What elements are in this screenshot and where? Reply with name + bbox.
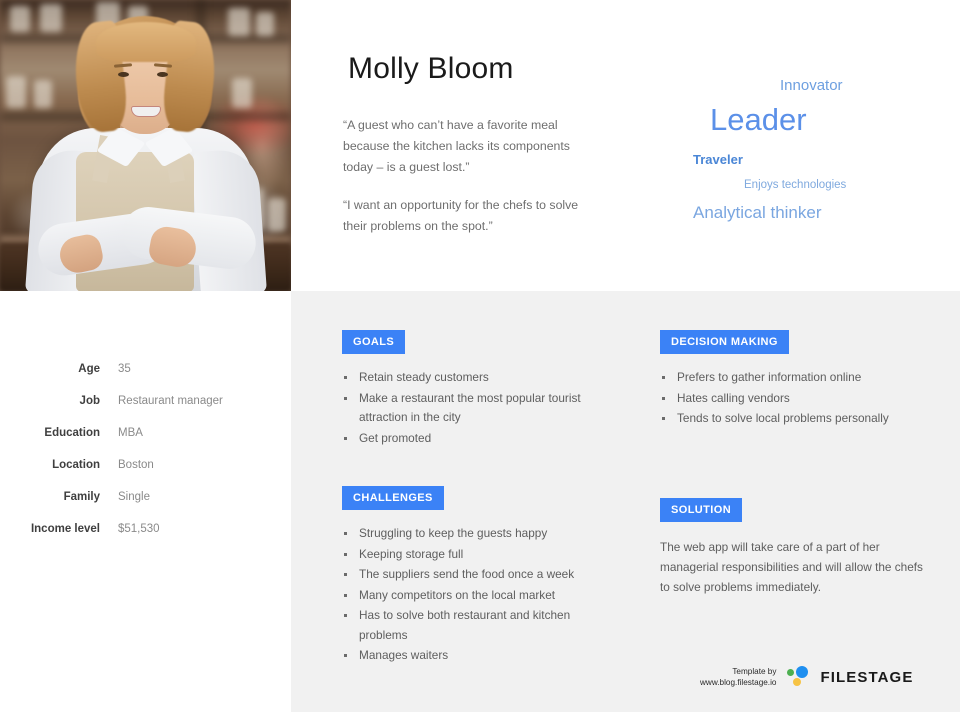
list-item: Tends to solve local problems personally (660, 409, 945, 429)
demographics-label-job: Job (79, 395, 100, 407)
list-item: Make a restaurant the most popular touri… (342, 389, 612, 428)
demographics-value-education: MBA (118, 427, 143, 439)
list-item: Hates calling vendors (660, 389, 945, 409)
demographics-table: Age 35 Job Restaurant manager Education … (0, 291, 291, 720)
section-goals: GOALS Retain steady customers Make a res… (342, 330, 612, 449)
quote-1: “A guest who can’t have a favorite meal … (343, 118, 570, 174)
hair-fringe (96, 22, 196, 62)
template-credit-line1: Template by (732, 667, 777, 676)
demographics-value-family: Single (118, 491, 150, 503)
filestage-dots-icon (787, 666, 813, 688)
template-credit-line2[interactable]: www.blog.filestage.io (700, 677, 776, 688)
logo-dot-green (787, 669, 795, 676)
section-badge-goals: GOALS (342, 330, 406, 354)
persona-photo (0, 0, 291, 291)
section-badge-solution: SOLUTION (660, 498, 743, 522)
eye-left (118, 72, 129, 77)
goals-list: Retain steady customers Make a restauran… (342, 368, 612, 448)
list-item: Struggling to keep the guests happy (342, 524, 617, 544)
trait-tag-enjoys-technologies: Enjoys technologies (744, 179, 847, 191)
section-solution: SOLUTION The web app will take care of a… (660, 498, 935, 597)
demographics-value-age: 35 (118, 363, 131, 375)
template-credit: Template by www.blog.filestage.io (700, 666, 776, 688)
demographics-label-age: Age (78, 363, 100, 375)
filestage-logo: FILESTAGE (787, 666, 913, 688)
challenges-list: Struggling to keep the guests happy Keep… (342, 524, 617, 666)
smile (131, 106, 161, 117)
section-badge-decision-making: DECISION MAKING (660, 330, 789, 354)
demographics-value-job: Restaurant manager (118, 395, 223, 407)
persona-figure (0, 0, 291, 291)
trait-tag-analytical-thinker: Analytical thinker (693, 203, 822, 222)
list-item: The suppliers send the food once a week (342, 565, 617, 585)
demographics-label-family: Family (63, 491, 100, 503)
table-row: Job Restaurant manager (0, 395, 291, 407)
section-decision-making: DECISION MAKING Prefers to gather inform… (660, 330, 945, 430)
solution-text: The web app will take care of a part of … (660, 540, 923, 594)
quote-2: “I want an opportunity for the chefs to … (343, 198, 579, 233)
list-item: Manages waiters (342, 646, 617, 666)
list-item: Many competitors on the local market (342, 586, 617, 606)
logo-dot-yellow (793, 678, 802, 686)
table-row: Education MBA (0, 427, 291, 439)
demographics-value-location: Boston (118, 459, 154, 471)
footer-credit: Template by www.blog.filestage.io FILEST… (700, 666, 913, 688)
logo-dot-blue (796, 666, 809, 678)
list-item: Retain steady customers (342, 368, 612, 388)
table-row: Age 35 (0, 363, 291, 375)
list-item: Keeping storage full (342, 545, 617, 565)
trait-tag-traveler: Traveler (693, 152, 743, 167)
table-row: Location Boston (0, 459, 291, 471)
trait-tag-innovator: Innovator (780, 77, 843, 94)
list-item: Get promoted (342, 429, 612, 449)
section-badge-challenges: CHALLENGES (342, 486, 444, 510)
decision-making-list: Prefers to gather information online Hat… (660, 368, 945, 429)
list-item: Prefers to gather information online (660, 368, 945, 388)
filestage-wordmark: FILESTAGE (820, 668, 914, 686)
list-item: Has to solve both restaurant and kitchen… (342, 606, 617, 645)
table-row: Family Single (0, 491, 291, 503)
persona-quotes: “A guest who can’t have a favorite meal … (343, 115, 601, 237)
table-row: Income level $51,530 (0, 523, 291, 535)
trait-tag-leader: Leader (710, 102, 807, 137)
demographics-label-income-level: Income level (30, 523, 100, 535)
eye-right (157, 72, 168, 77)
content-panel: GOALS Retain steady customers Make a res… (291, 291, 960, 712)
trait-tag-cloud: Innovator Leader Traveler Enjoys technol… (640, 78, 950, 238)
demographics-value-income-level: $51,530 (118, 523, 160, 535)
demographics-label-location: Location (52, 459, 100, 471)
demographics-label-education: Education (44, 427, 100, 439)
page-title: Molly Bloom (348, 52, 514, 85)
section-challenges: CHALLENGES Struggling to keep the guests… (342, 486, 617, 667)
